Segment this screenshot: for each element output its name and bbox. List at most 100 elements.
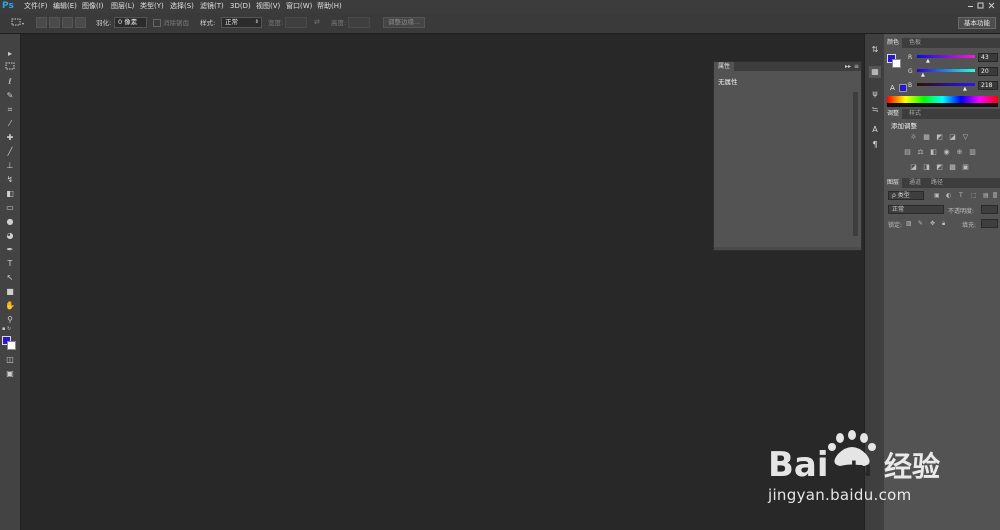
move-tool-icon[interactable]: ▸ [3, 48, 17, 59]
tab-layers[interactable]: 图层 [884, 178, 903, 188]
antialias-checkbox[interactable] [153, 19, 161, 27]
history-icon[interactable]: ⇅ [869, 44, 881, 56]
properties-scrollbar[interactable] [853, 92, 858, 236]
levels-icon[interactable]: ▦ [922, 133, 931, 141]
character-icon[interactable]: A [869, 124, 881, 136]
green-slider-handle[interactable]: ▲ [921, 73, 925, 78]
brush-settings-icon[interactable]: ≒ [869, 104, 881, 116]
pen-tool-icon[interactable]: ✒ [3, 244, 17, 255]
blend-mode-select[interactable]: 正常 [888, 205, 944, 214]
panel-menu-icon[interactable]: ≡ [854, 62, 859, 71]
eyedropper-tool-icon[interactable]: ⁄ [3, 118, 17, 129]
marquee-tool-icon[interactable] [3, 62, 17, 73]
red-slider-handle[interactable]: ▲ [926, 59, 930, 64]
properties-panel-header[interactable]: 属性 ▸▸ ≡ [714, 62, 861, 71]
layer-filter-select[interactable]: ρ 类型 [888, 191, 924, 200]
add-selection-button[interactable] [49, 17, 60, 28]
path-select-tool-icon[interactable]: ↖ [3, 272, 17, 283]
black-white-icon[interactable]: ◧ [929, 148, 938, 156]
lock-pixels-icon[interactable]: ✎ [918, 220, 923, 227]
properties-dock-icon[interactable]: ▦ [869, 66, 881, 78]
menu-view[interactable]: 视图(V) [256, 0, 280, 13]
subtract-selection-button[interactable] [62, 17, 73, 28]
tab-channels[interactable]: 通道 [906, 178, 924, 188]
tab-swatches[interactable]: 色板 [906, 38, 924, 48]
selective-color-icon[interactable]: ▣ [961, 163, 970, 171]
eraser-tool-icon[interactable]: ◧ [3, 188, 17, 199]
rectangle-tool-icon[interactable]: ■ [3, 286, 17, 297]
quick-select-tool-icon[interactable]: ✎ [3, 90, 17, 101]
healing-brush-tool-icon[interactable]: ✚ [3, 132, 17, 143]
swap-dimensions-icon[interactable]: ⇄ [314, 18, 320, 26]
blue-slider-handle[interactable]: ▲ [963, 87, 967, 92]
exposure-icon[interactable]: ◪ [948, 133, 957, 141]
history-brush-tool-icon[interactable]: ↯ [3, 174, 17, 185]
clone-stamp-tool-icon[interactable]: ⊥ [3, 160, 17, 171]
menu-type[interactable]: 类型(Y) [140, 0, 164, 13]
refine-edge-button[interactable]: 调整边缘... [383, 17, 426, 28]
threshold-icon[interactable]: ◩ [935, 163, 944, 171]
filter-adjustment-icon[interactable]: ◐ [946, 192, 951, 199]
dodge-tool-icon[interactable]: ◕ [3, 230, 17, 241]
color-panel-background[interactable] [892, 59, 901, 68]
crop-tool-icon[interactable]: ⌗ [3, 104, 17, 115]
height-input[interactable] [348, 17, 370, 28]
menu-window[interactable]: 窗口(W) [286, 0, 312, 13]
quick-mask-icon[interactable]: ◫ [3, 354, 17, 365]
menu-help[interactable]: 帮助(H) [317, 0, 342, 13]
brush-tool-icon[interactable]: ╱ [3, 146, 17, 157]
brush-presets-icon[interactable]: ψ [869, 88, 881, 100]
workspace-switcher[interactable]: 基本功能 [958, 17, 996, 29]
blue-value-input[interactable]: 218 [978, 81, 998, 90]
width-input[interactable] [285, 17, 307, 28]
filter-type-icon[interactable]: T [959, 192, 963, 199]
intersect-selection-button[interactable] [75, 17, 86, 28]
lock-transparency-icon[interactable]: ▨ [906, 220, 912, 227]
gamut-warning-icon[interactable]: A [890, 84, 895, 92]
menu-image[interactable]: 图像(I) [82, 0, 104, 13]
type-tool-icon[interactable]: T [3, 258, 17, 269]
lock-position-icon[interactable]: ✥ [930, 220, 935, 227]
tab-paths[interactable]: 路径 [928, 178, 946, 188]
menu-file[interactable]: 文件(F) [24, 0, 48, 13]
tab-styles[interactable]: 样式 [906, 109, 924, 119]
fill-input[interactable] [981, 219, 998, 228]
screen-mode-icon[interactable]: ▣ [3, 368, 17, 379]
style-select[interactable]: 正常 ⇕ [221, 17, 262, 28]
color-lookup-icon[interactable]: ▥ [968, 148, 977, 156]
curves-icon[interactable]: ◩ [935, 133, 944, 141]
photo-filter-icon[interactable]: ◉ [942, 148, 951, 156]
color-spectrum-shade[interactable] [887, 103, 998, 107]
menu-filter[interactable]: 滤镜(T) [200, 0, 224, 13]
zoom-tool-icon[interactable]: ⚲ [3, 314, 17, 325]
paragraph-icon[interactable]: ¶ [869, 139, 881, 151]
filter-toggle[interactable] [993, 192, 997, 198]
color-spectrum-bar[interactable] [887, 96, 998, 103]
red-value-input[interactable]: 43 [978, 53, 998, 62]
invert-icon[interactable]: ◪ [909, 163, 918, 171]
web-color-swatch[interactable] [899, 84, 907, 92]
gradient-tool-icon[interactable]: ▭ [3, 202, 17, 213]
lasso-tool-icon[interactable]: ℓ [3, 76, 17, 87]
feather-input[interactable]: 0 像素 [114, 17, 147, 28]
green-value-input[interactable]: 20 [978, 67, 998, 76]
resize-grip[interactable] [714, 247, 861, 250]
color-balance-icon[interactable]: ⚖ [916, 148, 925, 156]
hand-tool-icon[interactable]: ✋ [3, 300, 17, 311]
background-color-swatch[interactable] [7, 341, 16, 350]
hue-saturation-icon[interactable]: ▤ [903, 148, 912, 156]
filter-shape-icon[interactable]: ⬚ [971, 192, 977, 199]
filter-smart-icon[interactable]: ▤ [983, 192, 989, 199]
green-slider[interactable] [917, 69, 975, 72]
tab-properties[interactable]: 属性 [714, 62, 735, 71]
opacity-input[interactable] [981, 205, 998, 214]
swap-colors-icon[interactable]: ▪ ↻ [2, 326, 18, 332]
menu-layer[interactable]: 图层(L) [111, 0, 134, 13]
menu-select[interactable]: 选择(S) [170, 0, 194, 13]
blur-tool-icon[interactable]: ● [3, 216, 17, 227]
tab-adjustments[interactable]: 调整 [884, 109, 903, 119]
gradient-map-icon[interactable]: ▩ [948, 163, 957, 171]
collapse-icon[interactable]: ▸▸ [845, 62, 851, 71]
vibrance-icon[interactable]: ▽ [961, 133, 970, 141]
new-selection-button[interactable] [36, 17, 47, 28]
